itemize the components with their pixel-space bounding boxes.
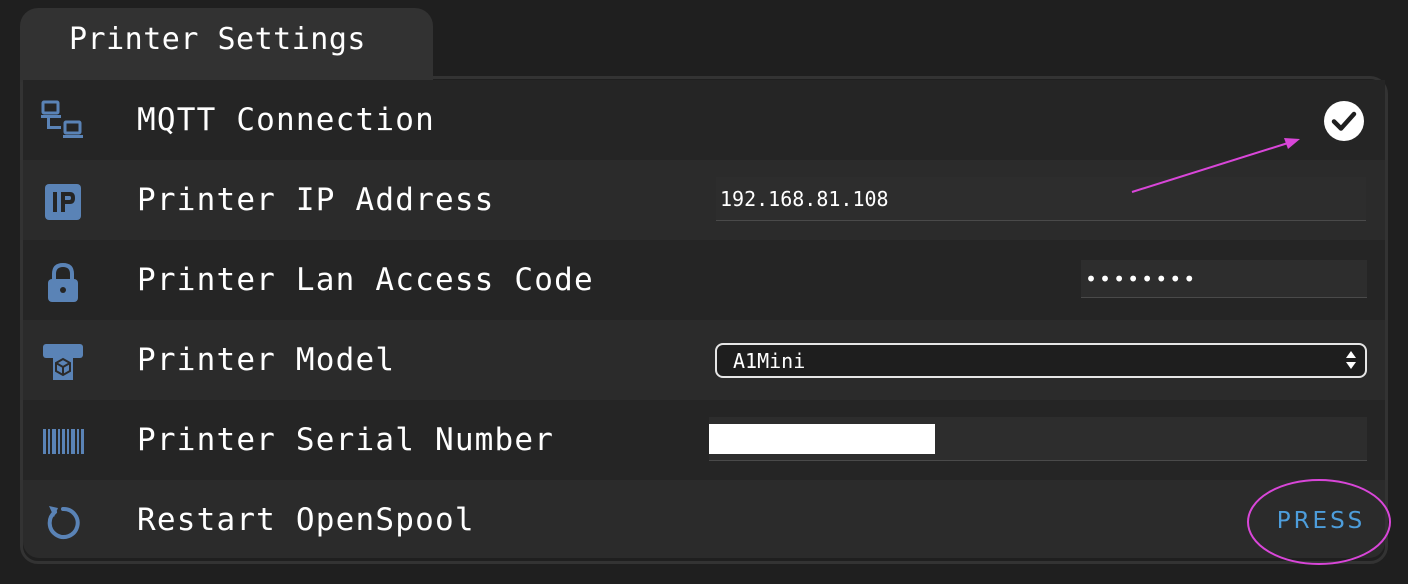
tab-printer-settings[interactable]: Printer Settings [20, 8, 433, 84]
ip-address-input[interactable] [716, 177, 1366, 221]
row-label: Printer Model [137, 342, 396, 378]
access-code-input[interactable] [1081, 260, 1367, 298]
row-printer-ip: Printer IP Address [23, 160, 1385, 240]
ip-icon [45, 184, 81, 220]
press-button[interactable]: PRESS [1273, 502, 1369, 540]
select-arrows-icon [1346, 351, 1356, 369]
printer-icon [43, 344, 83, 380]
restart-icon [47, 506, 80, 539]
network-icon [41, 100, 83, 138]
row-printer-model: Printer Model A1Mini [23, 320, 1385, 400]
row-lan-access-code: Printer Lan Access Code [23, 240, 1385, 320]
selected-model: A1Mini [733, 349, 806, 373]
redaction-box [709, 424, 935, 454]
row-label: Printer Serial Number [137, 422, 555, 458]
row-label: Restart OpenSpool [137, 502, 475, 538]
tab-title: Printer Settings [69, 22, 366, 57]
check-icon [1324, 101, 1364, 141]
row-label: Printer IP Address [137, 182, 495, 218]
row-restart-openspool: Restart OpenSpool PRESS [23, 480, 1385, 558]
row-label: MQTT Connection [137, 102, 435, 138]
row-label: Printer Lan Access Code [137, 262, 594, 298]
row-mqtt-connection: MQTT Connection [23, 80, 1385, 160]
barcode-icon [43, 429, 84, 454]
printer-model-select[interactable]: A1Mini [715, 343, 1367, 378]
lock-icon [48, 262, 78, 302]
row-serial-number: Printer Serial Number [23, 400, 1385, 480]
